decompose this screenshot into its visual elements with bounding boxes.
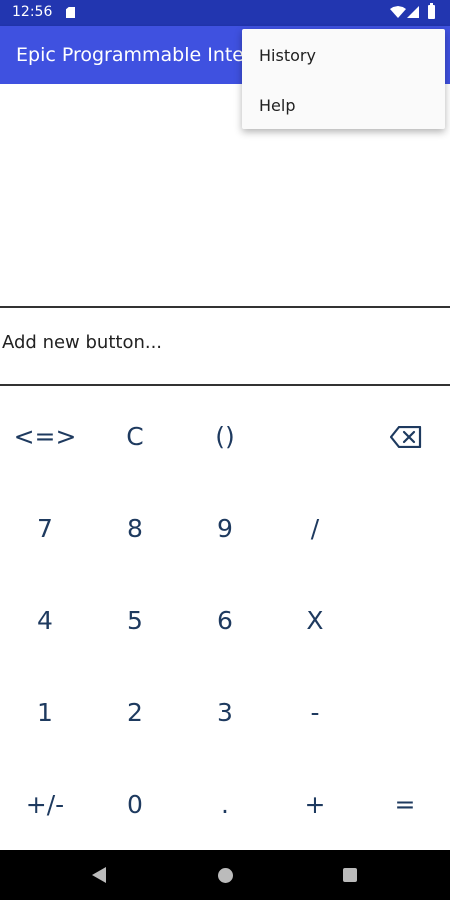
app-title: Epic Programmable Inte [16,44,244,66]
home-icon[interactable] [218,868,233,883]
keypad: <=> C () 7 8 9 / 4 5 6 X 1 2 3 - +/- 0 .… [0,390,450,850]
back-icon[interactable] [92,867,106,883]
key-1[interactable]: 1 [0,666,90,758]
key-5[interactable]: 5 [90,574,180,666]
key-subtract[interactable]: - [270,666,360,758]
key-equals[interactable]: = [360,758,450,850]
key-4[interactable]: 4 [0,574,90,666]
status-time: 12:56 [12,4,53,20]
wifi-icon [390,6,406,18]
key-6[interactable]: 6 [180,574,270,666]
backspace-icon [390,426,422,448]
status-bar: 12:56 [0,0,450,26]
sd-card-icon [66,7,75,18]
menu-item-help[interactable]: Help [242,80,445,130]
key-0[interactable]: 0 [90,758,180,850]
recents-icon[interactable] [343,868,357,882]
key-clear[interactable]: C [90,390,180,482]
key-swap[interactable]: <=> [0,390,90,482]
key-add[interactable]: + [270,758,360,850]
backspace-button[interactable] [360,390,450,482]
key-decimal[interactable]: . [180,758,270,850]
add-button-label: Add new button... [2,332,163,353]
add-button-field[interactable]: Add new button... [0,306,450,386]
battery-icon [428,3,435,19]
key-parentheses[interactable]: () [180,390,270,482]
key-multiply[interactable]: X [270,574,360,666]
key-3[interactable]: 3 [180,666,270,758]
key-divide[interactable]: / [270,482,360,574]
key-negate[interactable]: +/- [0,758,90,850]
key-9[interactable]: 9 [180,482,270,574]
menu-item-history[interactable]: History [242,30,445,80]
key-8[interactable]: 8 [90,482,180,574]
key-7[interactable]: 7 [0,482,90,574]
overflow-menu: History Help [242,29,445,129]
signal-icon [407,6,419,18]
navigation-bar [0,850,450,900]
key-2[interactable]: 2 [90,666,180,758]
